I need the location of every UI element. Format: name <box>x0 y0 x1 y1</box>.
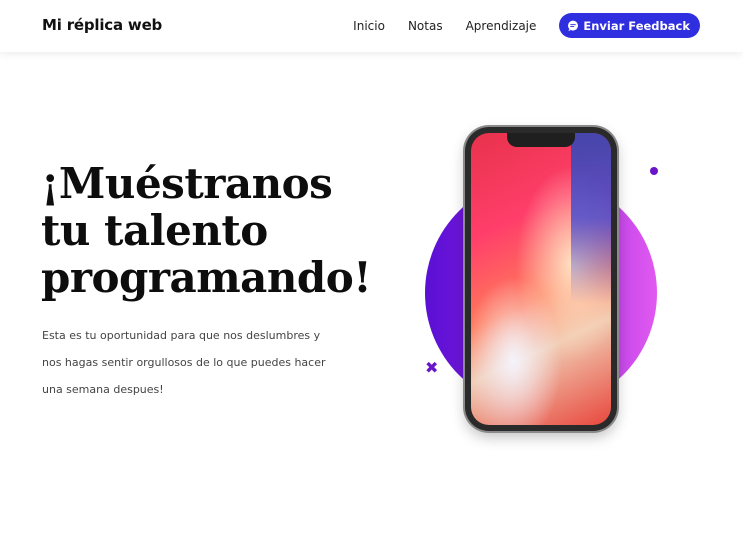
nav-link-inicio[interactable]: Inicio <box>353 19 385 33</box>
site-brand[interactable]: Mi réplica web <box>42 16 162 34</box>
headline-line-2: tu talento <box>41 206 268 255</box>
hero-description: Esta es tu oportunidad para que nos desl… <box>42 329 326 396</box>
nav-link-notas[interactable]: Notas <box>408 19 443 33</box>
send-feedback-label: Enviar Feedback <box>583 18 690 33</box>
phone-mockup <box>465 127 617 431</box>
hero-illustration: ✖ <box>420 120 670 440</box>
headline-line-3: programando! <box>41 253 372 302</box>
decorative-cross-icon: ✖ <box>425 358 439 377</box>
nav-links: Inicio Notas Aprendizaje Enviar Feedback <box>353 13 700 38</box>
chat-icon <box>567 20 579 32</box>
navbar: Mi réplica web Inicio Notas Aprendizaje … <box>0 0 743 52</box>
nav-link-aprendizaje[interactable]: Aprendizaje <box>466 19 537 33</box>
headline-line-1: ¡Muéstranos <box>41 159 333 208</box>
send-feedback-button[interactable]: Enviar Feedback <box>559 13 700 38</box>
phone-screen <box>471 133 611 425</box>
hero-headline: ¡Muéstranos tu talento programando! <box>41 160 381 301</box>
decorative-dot <box>650 167 658 175</box>
phone-notch <box>507 133 575 147</box>
